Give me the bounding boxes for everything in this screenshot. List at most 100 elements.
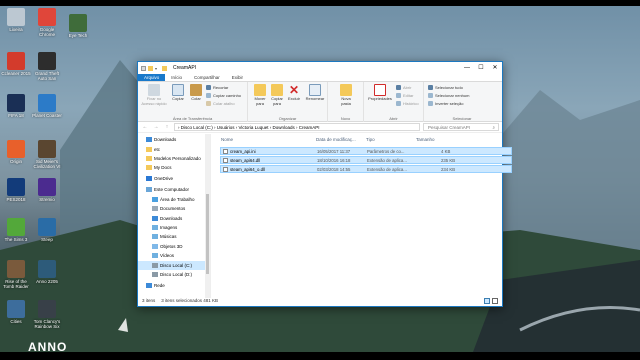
desktop-icon[interactable]: Cities bbox=[1, 300, 31, 324]
paste-button[interactable]: Colar bbox=[188, 84, 204, 102]
breadcrumb[interactable]: › Disco Local (C:) › Usuários › Victoria… bbox=[174, 123, 420, 131]
desktop-icon[interactable]: FIFA 18 bbox=[1, 94, 31, 118]
tab-arquivo[interactable]: Arquivo bbox=[138, 74, 166, 81]
minimize-button[interactable]: — bbox=[460, 62, 474, 74]
desktop-icon[interactable]: Origin bbox=[1, 140, 31, 164]
select-none-button[interactable]: Selecionar nenhum bbox=[428, 93, 469, 98]
select-group-label: Selecionar bbox=[452, 116, 472, 121]
desktop-icon[interactable]: Stremio bbox=[32, 178, 62, 202]
desktop-icon[interactable]: Tom Clancy's Rainbow Six bbox=[32, 300, 62, 329]
nav-item[interactable]: etc bbox=[138, 145, 205, 154]
move-icon bbox=[254, 84, 266, 96]
file-row[interactable]: cream_api.ini 16/05/2017 11:37 Parâmetros … bbox=[220, 147, 512, 155]
column-date[interactable]: Data de modificaç... bbox=[316, 137, 356, 142]
invert-selection-button[interactable]: Inverter seleção bbox=[428, 101, 463, 106]
rename-button[interactable]: Renomear bbox=[304, 84, 326, 102]
select-all-icon bbox=[428, 85, 433, 90]
copy-to-button[interactable]: Copiar para bbox=[269, 84, 285, 106]
move-to-button[interactable]: Mover para bbox=[252, 84, 268, 106]
close-button[interactable]: ✕ bbox=[488, 62, 502, 74]
nav-item-label: Músicas bbox=[160, 234, 177, 239]
maximize-button[interactable]: ☐ bbox=[474, 62, 488, 74]
app-icon bbox=[7, 218, 25, 236]
nav-scrollbar[interactable] bbox=[205, 134, 210, 298]
file-row[interactable]: steam_api64_o.dll 02/03/2018 14:55 Extensã… bbox=[220, 165, 512, 173]
copy-button[interactable]: Copiar bbox=[170, 84, 186, 102]
forward-button[interactable]: → bbox=[152, 124, 160, 130]
tab-compartilhar[interactable]: Compartilhar bbox=[188, 74, 226, 81]
copy-path-button[interactable]: Copiar caminho bbox=[206, 93, 241, 98]
window-title: CreamAPI bbox=[173, 65, 197, 71]
nav-item[interactable]: Vídeos bbox=[138, 251, 205, 260]
desktop-icon-label: PES2018 bbox=[6, 197, 26, 202]
paste-shortcut-button[interactable]: Colar atalho bbox=[206, 101, 235, 106]
history-button[interactable]: Histórico bbox=[396, 101, 419, 106]
nav-item[interactable]: Documentos bbox=[138, 204, 205, 213]
nav-item[interactable]: Rede bbox=[138, 281, 205, 290]
desktop-icon[interactable]: Sid Meier's Civilization VI bbox=[32, 140, 62, 169]
desktop-icon[interactable]: Eye Tech bbox=[63, 14, 93, 38]
nav-item[interactable]: Este Computador bbox=[138, 185, 205, 194]
properties-button[interactable]: Propriedades bbox=[366, 84, 394, 102]
desktop-icon-label: Ccleaner 2015 bbox=[1, 71, 31, 76]
tab-inicio[interactable]: Início bbox=[165, 74, 188, 81]
column-headers: Nome Data de modificaç... Tipo Tamanho bbox=[211, 137, 501, 144]
nav-item[interactable]: Área de Trabalho bbox=[138, 195, 205, 204]
desktop-icon[interactable]: Anno 2205 bbox=[32, 260, 62, 284]
properties-icon bbox=[374, 84, 386, 96]
large-icons-view-button[interactable] bbox=[492, 298, 498, 304]
nav-item[interactable]: Músicas bbox=[138, 232, 205, 241]
properties-icon[interactable] bbox=[141, 65, 146, 71]
up-button[interactable]: ↑ bbox=[163, 124, 171, 130]
nav-item[interactable]: Imagens bbox=[138, 223, 205, 232]
file-size: 235 KB bbox=[441, 158, 456, 163]
app-icon bbox=[38, 8, 56, 26]
nav-item[interactable]: My Docs bbox=[138, 163, 205, 172]
new-folder-button[interactable]: Nova pasta bbox=[336, 84, 356, 106]
nav-item[interactable]: Disco Local (D:) bbox=[138, 270, 205, 279]
desktop-icon[interactable]: Google Chrome bbox=[32, 8, 62, 37]
column-name[interactable]: Nome bbox=[221, 137, 233, 142]
app-icon bbox=[7, 178, 25, 196]
delete-button[interactable]: ✕ Excluir bbox=[286, 84, 302, 102]
nav-item[interactable]: Objetos 3D bbox=[138, 242, 205, 251]
nav-item[interactable]: Modelos Personalizado bbox=[138, 154, 205, 163]
back-button[interactable]: ← bbox=[141, 124, 149, 130]
nav-item[interactable]: OneDrive bbox=[138, 174, 205, 183]
open-button[interactable]: Abrir bbox=[396, 85, 411, 90]
desktop-icon[interactable]: Ccleaner 2015 bbox=[1, 52, 31, 76]
download-folder-icon bbox=[146, 137, 152, 142]
copy-path-icon bbox=[206, 93, 211, 98]
nav-item[interactable]: Downloads bbox=[138, 214, 205, 223]
pin-quick-access-button[interactable]: Fixar no Acesso rápido bbox=[141, 84, 167, 106]
desktop-icon[interactable]: Grand Theft Auto San bbox=[32, 52, 62, 81]
desktop-icon[interactable]: PES2018 bbox=[1, 178, 31, 202]
desktop-icon[interactable]: Rise of the Tomb Raider bbox=[1, 260, 31, 289]
file-type: Extensão de aplica... bbox=[367, 167, 407, 172]
ribbon-tabs: Arquivo Início Compartilhar Exibir bbox=[138, 74, 502, 82]
column-type[interactable]: Tipo bbox=[366, 137, 375, 142]
new-folder-icon[interactable] bbox=[148, 65, 153, 71]
search-input[interactable]: Pesquisar CreamAPI ⌕ bbox=[423, 123, 499, 131]
app-icon bbox=[69, 14, 87, 32]
letterbox-bottom bbox=[0, 352, 640, 360]
app-icon bbox=[38, 140, 56, 158]
desktop-icon[interactable]: Steep bbox=[32, 218, 62, 242]
nav-item[interactable]: Disco Local (C:) bbox=[138, 261, 205, 270]
app-icon bbox=[7, 260, 25, 278]
desktop-icon[interactable]: Lixeira bbox=[1, 8, 31, 32]
desktop-icon[interactable]: The Sims 3 bbox=[1, 218, 31, 242]
column-size[interactable]: Tamanho bbox=[416, 137, 435, 142]
clipboard-group: Fixar no Acesso rápido Copiar Colar Reco… bbox=[138, 82, 248, 122]
file-row[interactable]: steam_api64.dll 18/10/2016 16:18 Extensão … bbox=[220, 156, 512, 164]
select-all-button[interactable]: Selecionar tudo bbox=[428, 85, 463, 90]
tab-exibir[interactable]: Exibir bbox=[226, 74, 249, 81]
desktop-icon[interactable]: Planet Coaster bbox=[32, 94, 62, 118]
desktop-icon-label: Google Chrome bbox=[38, 27, 55, 37]
edit-button[interactable]: Editar bbox=[396, 93, 413, 98]
app-icon bbox=[7, 300, 25, 318]
details-view-button[interactable] bbox=[484, 298, 490, 304]
chevron-down-icon[interactable]: ▾ bbox=[155, 66, 160, 71]
nav-item[interactable]: Downloads bbox=[138, 135, 205, 144]
cut-button[interactable]: Recortar bbox=[206, 85, 228, 90]
